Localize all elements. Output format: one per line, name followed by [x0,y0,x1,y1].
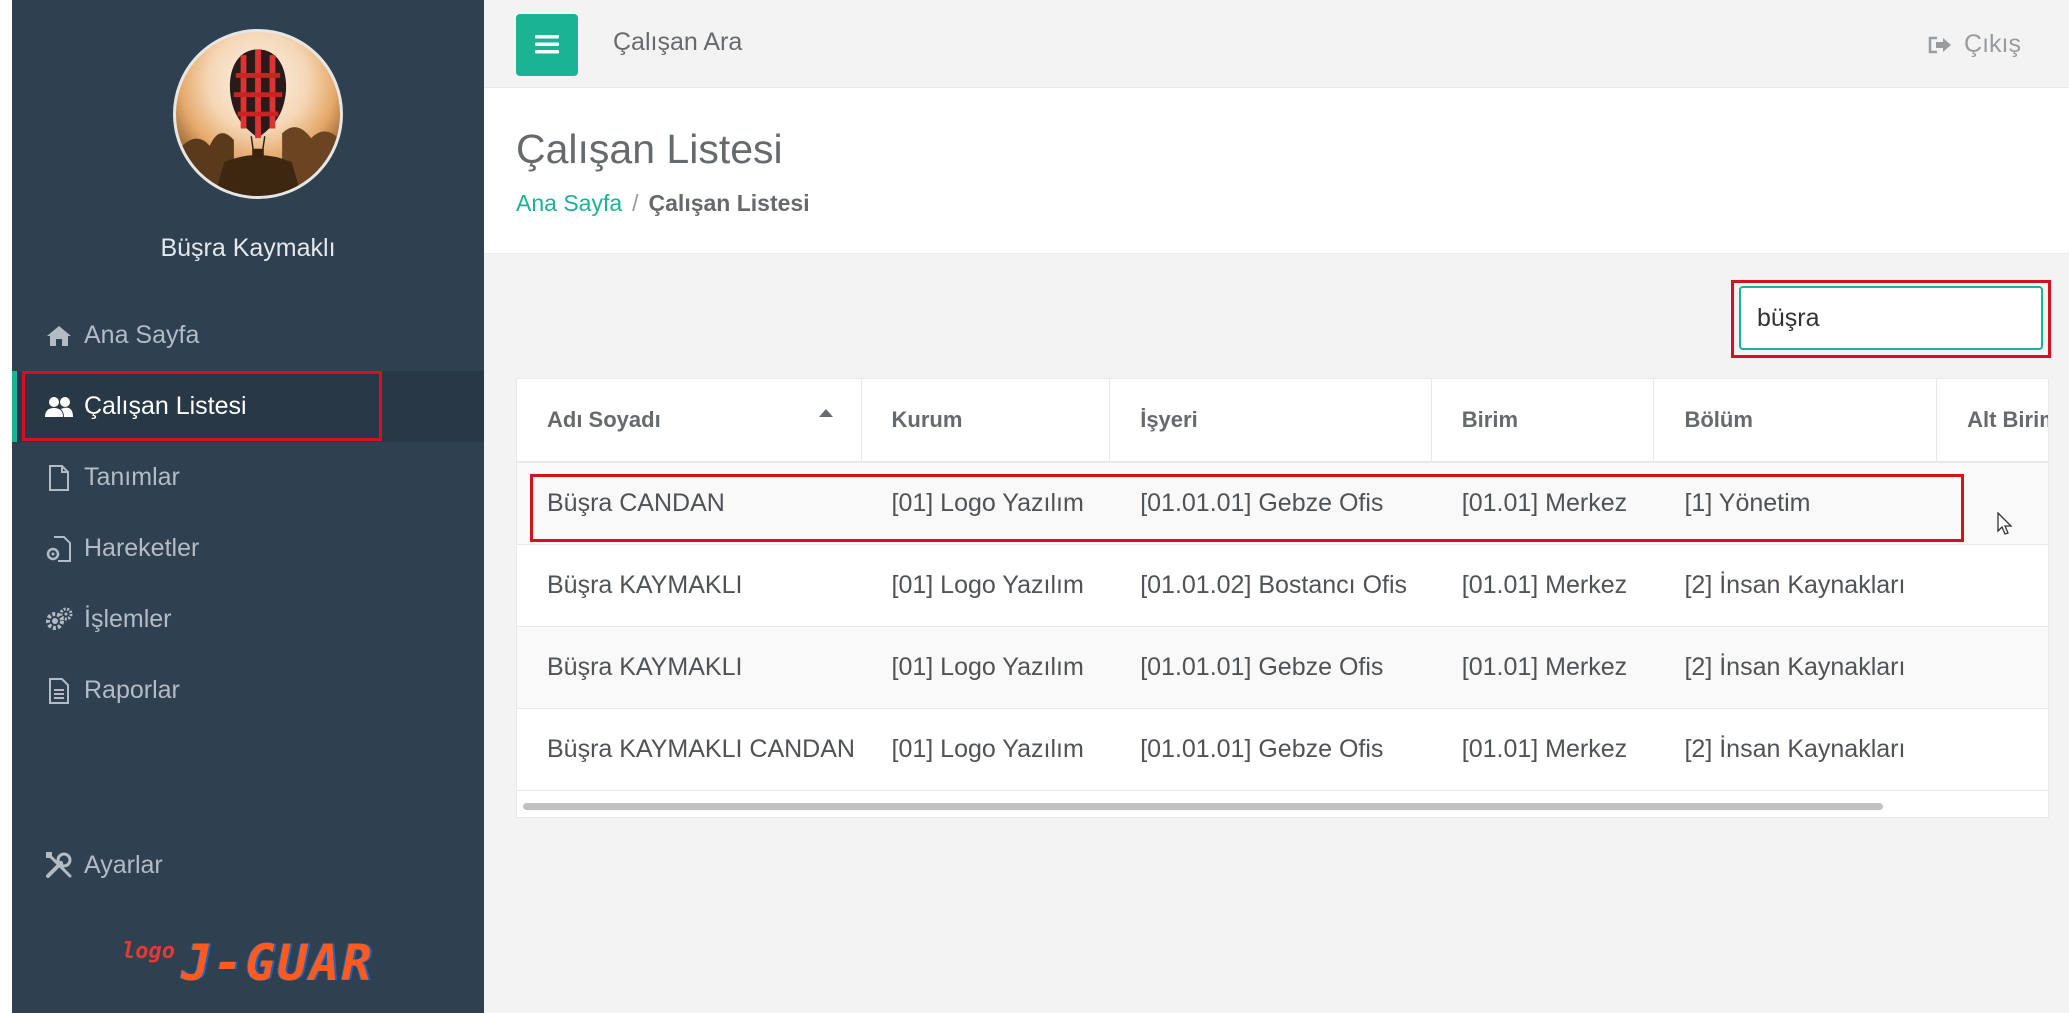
breadcrumb-separator: / [632,190,639,216]
cell-kurum: [01] Logo Yazılım [891,653,1084,681]
cell-birim: [01.01] Merkez [1461,653,1628,681]
search-input[interactable] [1739,286,2043,350]
cell-bolum: [2] İnsan Kaynakları [1684,571,1906,599]
cell-birim: [01.01] Merkez [1461,571,1628,599]
sidebar-nav: Ana Sayfa Çalışan Listesi Tanımlar Harek… [12,300,484,726]
cell-kurum: [01] Logo Yazılım [891,489,1084,517]
column-header-bolum[interactable]: Bölüm [1654,379,1938,461]
breadcrumb: Ana Sayfa / Çalışan Listesi [516,190,810,217]
topbar: Çalışan Ara Çıkış [484,0,2069,88]
table-header: Adı Soyadı Kurum İşyeri Birim Bölüm Alt … [517,379,2048,463]
sidebar-item-raporlar[interactable]: Raporlar [12,655,484,726]
table-row[interactable]: Büşra KAYMAKLI CANDAN [01] Logo Yazılım … [517,709,2048,791]
topbar-title: Çalışan Ara [613,28,743,56]
sidebar-item-ayarlar[interactable]: Ayarlar [12,830,484,900]
sidebar-item-label: Tanımlar [84,463,180,491]
horizontal-scrollbar[interactable] [517,797,2048,817]
sidebar-item-label: Ana Sayfa [84,321,200,349]
cell-bolum: [2] İnsan Kaynakları [1684,735,1906,763]
page-title: Çalışan Listesi [516,126,783,172]
cell-bolum: [1] Yönetim [1684,489,1811,517]
gears-icon [44,605,74,635]
hamburger-icon [535,34,559,57]
breadcrumb-home-link[interactable]: Ana Sayfa [516,190,622,217]
report-icon [44,676,74,706]
cell-alt-birim [1937,463,2048,544]
cell-kurum: [01] Logo Yazılım [891,735,1084,763]
cell-name: Büşra CANDAN [547,489,725,517]
file-icon [44,463,74,493]
cell-kurum: [01] Logo Yazılım [891,571,1084,599]
cell-isyeri: [01.01.01] Gebze Ofis [1140,735,1384,763]
users-icon [44,392,74,422]
home-icon [44,321,74,351]
sidebar-item-label: Raporlar [84,676,180,704]
table-row[interactable]: Büşra KAYMAKLI [01] Logo Yazılım [01.01.… [517,545,2048,627]
cell-isyeri: [01.01.02] Bostancı Ofis [1140,571,1408,599]
logout-label: Çıkış [1964,30,2021,58]
tools-icon [44,850,74,880]
sidebar-item-label: Çalışan Listesi [84,392,247,420]
sidebar-item-label: İşlemler [84,605,172,633]
cell-isyeri: [01.01.01] Gebze Ofis [1140,653,1384,681]
j-guar-logo: logo J-GUAR [122,934,374,992]
breadcrumb-current: Çalışan Listesi [648,190,810,216]
sidebar-item-label: Ayarlar [84,850,163,879]
cell-bolum: [2] İnsan Kaynakları [1684,653,1906,681]
column-header-birim[interactable]: Birim [1432,379,1655,461]
sidebar-item-islemler[interactable]: İşlemler [12,584,484,655]
table-body: Büşra CANDAN [01] Logo Yazılım [01.01.01… [517,463,2048,791]
sidebar-item-tanimlar[interactable]: Tanımlar [12,442,484,513]
user-name: Büşra Kaymaklı [160,234,336,262]
column-header-alt-birim[interactable]: Alt Birim [1937,379,2048,461]
cell-alt-birim [1937,545,2048,626]
column-header-isyeri[interactable]: İşyeri [1110,379,1432,461]
cell-alt-birim [1937,627,2048,708]
cell-isyeri: [01.01.01] Gebze Ofis [1140,489,1384,517]
main-content: Adı Soyadı Kurum İşyeri Birim Bölüm Alt … [484,254,2069,1013]
sidebar-item-ana-sayfa[interactable]: Ana Sayfa [12,300,484,371]
file-gear-icon [44,534,74,564]
sign-out-icon [1928,35,1952,55]
cell-birim: [01.01] Merkez [1461,489,1628,517]
cell-name: Büşra KAYMAKLI CANDAN [547,735,855,763]
scrollbar-thumb[interactable] [523,803,1883,810]
avatar [173,29,343,199]
cell-name: Büşra KAYMAKLI [547,653,743,681]
menu-toggle-button[interactable] [516,14,578,76]
column-header-adi-soyadi[interactable]: Adı Soyadı [517,379,862,461]
employee-table: Adı Soyadı Kurum İşyeri Birim Bölüm Alt … [516,378,2049,818]
cell-name: Büşra KAYMAKLI [547,571,743,599]
table-row[interactable]: Büşra CANDAN [01] Logo Yazılım [01.01.01… [517,463,2048,545]
logout-link[interactable]: Çıkış [1928,30,2021,59]
sort-asc-icon [818,409,833,417]
sidebar-item-label: Hareketler [84,534,200,562]
column-header-kurum[interactable]: Kurum [862,379,1111,461]
sidebar: Büşra Kaymaklı Ana Sayfa Çalışan Listesi… [12,0,484,1013]
sidebar-item-hareketler[interactable]: Hareketler [12,513,484,584]
table-row[interactable]: Büşra KAYMAKLI [01] Logo Yazılım [01.01.… [517,627,2048,709]
cell-alt-birim [1937,709,2048,790]
cell-birim: [01.01] Merkez [1461,735,1628,763]
page-heading: Çalışan Listesi Ana Sayfa / Çalışan List… [484,88,2069,254]
sidebar-item-calisan-listesi[interactable]: Çalışan Listesi [12,371,484,442]
